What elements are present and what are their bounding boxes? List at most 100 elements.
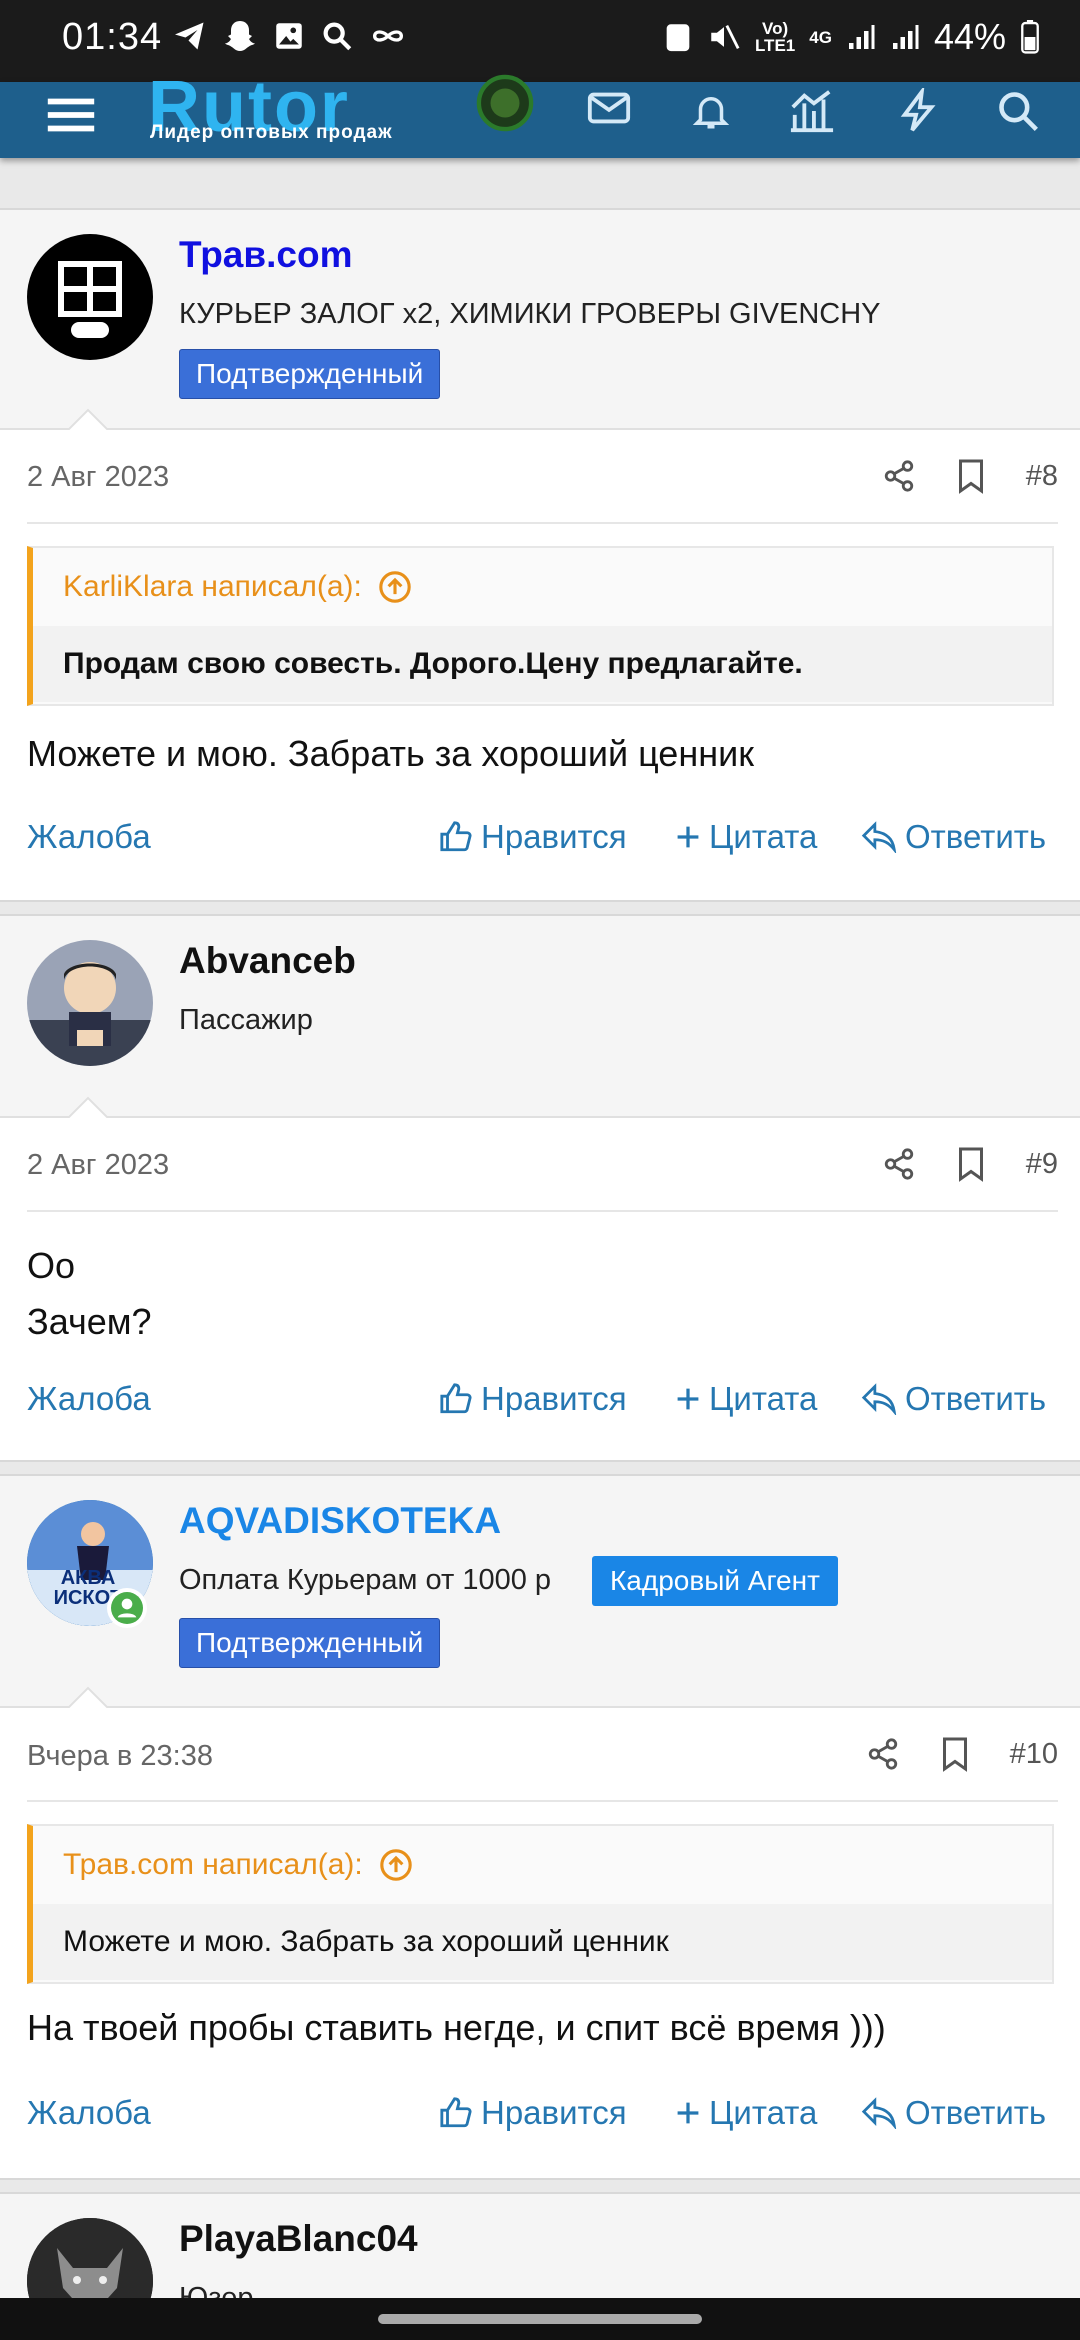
author-pointer (68, 1096, 108, 1118)
post-text-line: Оо (27, 1245, 76, 1286)
quote-block: KarliKlara написал(а): Продам свою совес… (27, 546, 1054, 706)
bookmark-icon[interactable] (940, 1736, 970, 1772)
volte-indicator: Vo) LTE1 (754, 19, 796, 55)
verified-badge: Подтвержденный (179, 1618, 441, 1668)
like-button[interactable]: Нравится (439, 1380, 627, 1418)
share-icon[interactable] (866, 1737, 900, 1771)
post-author-block: Abvanceb Пассажир (0, 916, 1080, 1118)
home-gesture-handle[interactable] (378, 2314, 702, 2324)
divider (27, 1210, 1058, 1212)
quote-header[interactable]: Трав.com написал(а): (33, 1826, 1052, 1904)
quote-header[interactable]: KarliKlara написал(а): (33, 548, 1052, 626)
telegram-icon (175, 22, 204, 50)
post-date[interactable]: Вчера в 23:38 (27, 1740, 213, 1773)
quote-text: Можете и мою. Забрать за хороший ценник (33, 1904, 1052, 1980)
plus-icon (677, 1388, 699, 1410)
post-text: Оо Зачем? (27, 1238, 152, 1350)
thumbs-up-icon (440, 821, 472, 852)
search-icon[interactable] (996, 88, 1040, 134)
thumbs-up-icon (440, 2097, 472, 2128)
quote-label: Цитата (709, 818, 818, 855)
battery-percent: 44% (933, 16, 1006, 57)
reply-label: Ответить (905, 1380, 1047, 1417)
avatar[interactable] (27, 2218, 153, 2298)
share-icon[interactable] (882, 459, 916, 493)
user-title: Юзер (179, 2282, 254, 2298)
username[interactable]: AQVADISKOTEKA (179, 1500, 501, 1542)
post-number[interactable]: #8 (1026, 460, 1058, 493)
like-button[interactable]: Нравится (439, 818, 627, 856)
avatar[interactable]: АКВА ИСКОТ (27, 1500, 153, 1628)
post-tools: #8 (882, 458, 1058, 494)
arrow-up-circle-icon[interactable] (378, 570, 412, 604)
plus-icon (677, 826, 699, 848)
post-author-block: АКВА ИСКОТ AQVADISKOTEKA Оплата Курьерам… (0, 1476, 1080, 1708)
quote-author: Трав.com написал(а): (63, 1848, 363, 1881)
divider (27, 522, 1058, 524)
market-icon[interactable] (786, 88, 838, 134)
mail-icon[interactable] (586, 88, 632, 128)
post-actions: Жалоба Нравится Цитата Ответить (27, 2094, 1058, 2144)
report-link[interactable]: Жалоба (27, 1380, 151, 1418)
like-label: Нравится (481, 2094, 627, 2131)
signal-2-icon (892, 25, 919, 49)
quote-button[interactable]: Цитата (675, 818, 817, 856)
post-date[interactable]: 2 Авг 2023 (27, 461, 169, 494)
reply-button[interactable]: Ответить (861, 818, 1046, 856)
user-avatar-icon[interactable] (476, 74, 534, 132)
post-11: PlayaBlanc04 Юзер (0, 2192, 1080, 2298)
bookmark-icon[interactable] (956, 1146, 986, 1182)
user-title: КУРЬЕР ЗАЛОГ x2, ХИМИКИ ГРОВЕРЫ GIVENCHY (179, 298, 881, 330)
reply-icon (861, 1383, 897, 1415)
system-navigation-bar (0, 2298, 1080, 2340)
post-8: Трав.com КУРЬЕР ЗАЛОГ x2, ХИМИКИ ГРОВЕРЫ… (0, 208, 1080, 902)
system-icons: Vo) LTE1 4G 44% (663, 16, 1040, 58)
reply-label: Ответить (905, 818, 1047, 855)
avatar[interactable] (27, 940, 153, 1066)
bookmark-icon[interactable] (956, 458, 986, 494)
battery-icon (1021, 20, 1039, 54)
post-actions: Жалоба Нравится Цитата Ответить (27, 818, 1058, 868)
menu-icon[interactable] (42, 90, 100, 140)
post-date[interactable]: 2 Авг 2023 (27, 1149, 169, 1182)
share-icon[interactable] (882, 1147, 916, 1181)
reply-button[interactable]: Ответить (861, 1380, 1046, 1418)
quote-text: Продам свою совесть. Дорого.Цену предлаг… (33, 626, 1052, 702)
infinity-icon (372, 30, 404, 42)
clock: 01:34 (62, 16, 163, 58)
author-pointer (68, 408, 108, 430)
post-author-block: PlayaBlanc04 Юзер (0, 2194, 1080, 2298)
user-online-icon (111, 1592, 143, 1624)
quote-author: KarliKlara написал(а): (63, 570, 362, 603)
plus-icon (677, 2102, 699, 2124)
quote-label: Цитата (709, 1380, 818, 1417)
reply-icon (861, 821, 897, 853)
post-text: На твоей пробы ставить негде, и спит всё… (27, 2007, 886, 2048)
wolf-avatar-icon (27, 2218, 153, 2298)
author-pointer (68, 1686, 108, 1708)
post-tools: #9 (882, 1146, 1058, 1182)
snapchat-icon (225, 21, 255, 51)
bell-icon[interactable] (690, 88, 732, 134)
like-button[interactable]: Нравится (439, 2094, 627, 2132)
post-number[interactable]: #10 (1010, 1738, 1058, 1771)
quote-button[interactable]: Цитата (675, 2094, 817, 2132)
post-number[interactable]: #9 (1026, 1148, 1058, 1181)
report-link[interactable]: Жалоба (27, 2094, 151, 2132)
quote-block: Трав.com написал(а): Можете и мою. Забра… (27, 1824, 1054, 1984)
arrow-up-circle-icon[interactable] (379, 1848, 413, 1882)
user-title: Оплата Курьерам от 1000 р (179, 1564, 552, 1596)
username[interactable]: PlayaBlanc04 (179, 2218, 418, 2260)
user-title: Пассажир (179, 1004, 313, 1036)
role-badge: Кадровый Агент (592, 1556, 838, 1606)
avatar[interactable] (27, 234, 153, 360)
quote-button[interactable]: Цитата (675, 1380, 817, 1418)
lightning-icon[interactable] (898, 88, 938, 134)
verified-badge: Подтвержденный (179, 349, 441, 399)
site-header: Rutor Лидер оптовых продаж (0, 67, 1080, 158)
reply-button[interactable]: Ответить (861, 2094, 1046, 2132)
username[interactable]: Трав.com (179, 234, 352, 276)
notification-icons (172, 18, 408, 54)
report-link[interactable]: Жалоба (27, 818, 151, 856)
username[interactable]: Abvanceb (179, 940, 356, 982)
